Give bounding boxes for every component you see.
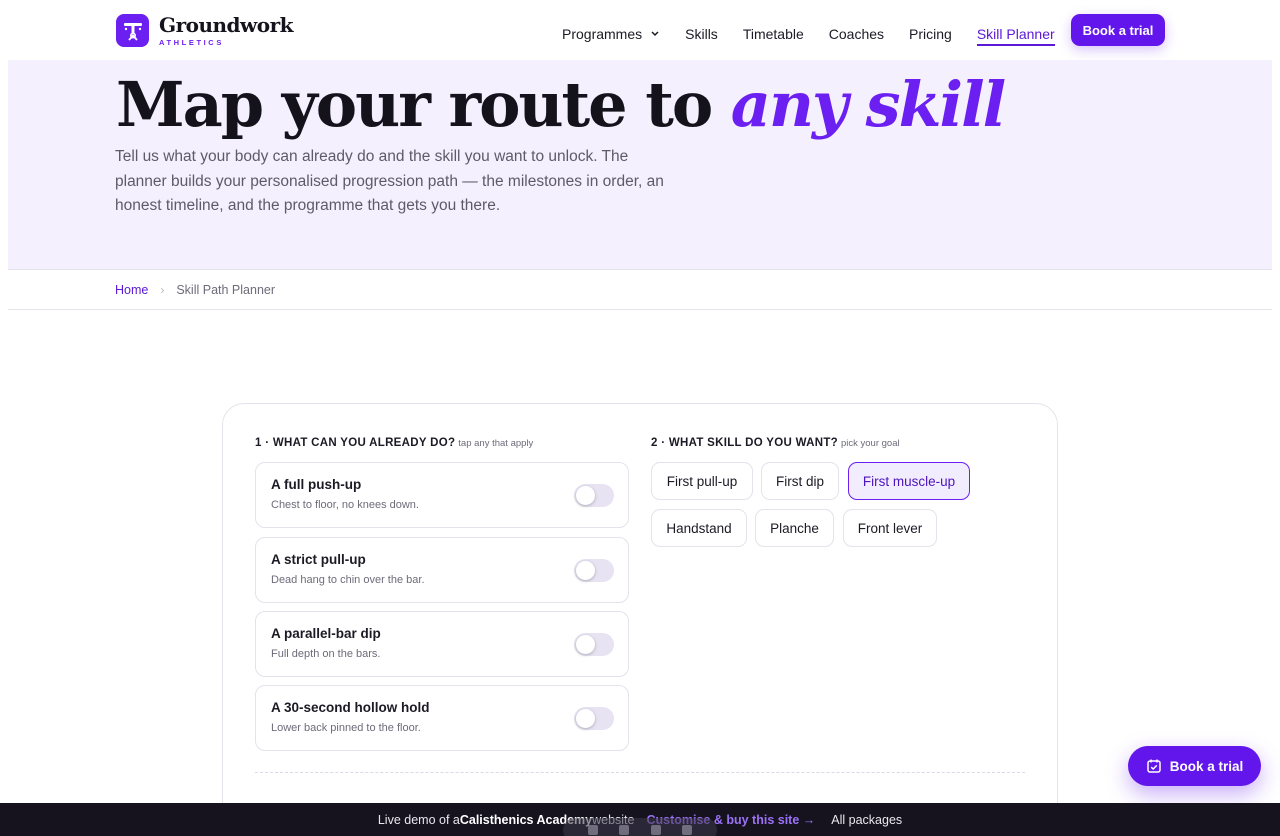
demo-toolbar — [563, 818, 717, 836]
hero-subtitle: Tell us what your body can already do an… — [115, 148, 664, 214]
nav-pricing[interactable]: Pricing — [909, 26, 952, 42]
main-nav: Programmes Skills Timetable Coaches Pric… — [562, 22, 1080, 46]
demo-prefix: Live demo of a — [377, 812, 460, 827]
chevron-down-icon — [651, 30, 659, 36]
breadcrumb-separator-icon: › — [160, 282, 165, 297]
logo-mark-icon — [116, 14, 149, 47]
nav-programmes[interactable]: Programmes — [562, 26, 660, 42]
page-title: Map your route to any skill — [116, 66, 1006, 144]
brand-subtitle: ATHLETICS — [159, 37, 224, 47]
skill-chip-first-dip[interactable]: First dip — [761, 462, 839, 500]
step2-hint: pick your goal — [840, 438, 900, 449]
breadcrumb-home-link[interactable]: Home — [115, 283, 148, 297]
toolbar-icon[interactable] — [650, 825, 661, 835]
nav-skill-planner[interactable]: Skill Planner — [976, 26, 1055, 46]
site-header: Groundwork ATHLETICS Programmes Skills T… — [0, 0, 1280, 60]
breadcrumb-current: Skill Path Planner — [176, 282, 276, 297]
section-divider — [255, 772, 1025, 773]
brand-logo[interactable]: Groundwork ATHLETICS — [116, 14, 293, 47]
book-trial-button[interactable]: Book a trial — [1071, 14, 1165, 46]
nav-timetable[interactable]: Timetable — [743, 26, 804, 42]
ability-row-push-up[interactable]: A full push-up Chest to floor, no knees … — [255, 462, 629, 528]
brand-name: Groundwork — [159, 12, 293, 37]
ability-desc: Lower back pinned to the floor. — [271, 722, 421, 734]
breadcrumb: Home › Skill Path Planner — [8, 269, 1272, 310]
ability-toggle[interactable] — [574, 559, 614, 582]
ability-toggle[interactable] — [574, 484, 614, 507]
page-title-accent: any skill — [730, 68, 1006, 141]
step2-label-text: 2 · WHAT SKILL DO YOU WANT? — [651, 437, 838, 449]
skill-chip-planche[interactable]: Planche — [755, 509, 834, 547]
ability-toggle[interactable] — [574, 707, 614, 730]
ability-desc: Dead hang to chin over the bar. — [271, 574, 425, 586]
skill-chip-first-muscle-up[interactable]: First muscle-up — [848, 462, 970, 500]
skill-chip-front-lever[interactable]: Front lever — [843, 509, 937, 547]
ability-desc: Full depth on the bars. — [271, 648, 381, 660]
toolbar-icon[interactable] — [587, 825, 598, 835]
skill-chip-first-pull-up[interactable]: First pull-up — [651, 462, 753, 500]
step1-hint: tap any that apply — [458, 438, 534, 449]
ability-row-pull-up[interactable]: A strict pull-up Dead hang to chin over … — [255, 537, 629, 603]
toolbar-icon[interactable] — [682, 825, 693, 835]
floating-cta-label: Book a trial — [1169, 758, 1244, 774]
ability-title: A parallel-bar dip — [271, 626, 381, 641]
planner-card: 1 · WHAT CAN YOU ALREADY DO? tap any that… — [222, 403, 1058, 836]
step1-label: 1 · WHAT CAN YOU ALREADY DO? tap any that… — [255, 437, 533, 449]
ability-title: A full push-up — [271, 477, 362, 492]
ability-row-dip[interactable]: A parallel-bar dip Full depth on the bar… — [255, 611, 629, 677]
calendar-check-icon — [1146, 759, 1161, 773]
ability-title: A strict pull-up — [271, 552, 366, 567]
hero-section: Map your route to any skill Tell us what… — [8, 60, 1272, 269]
nav-programmes-label: Programmes — [562, 26, 643, 42]
ability-title: A 30-second hollow hold — [271, 700, 430, 715]
all-packages-link[interactable]: All packages — [831, 813, 902, 827]
toolbar-icon[interactable] — [619, 825, 630, 835]
step2-label: 2 · WHAT SKILL DO YOU WANT? pick your goa… — [651, 437, 900, 449]
ability-toggle[interactable] — [574, 633, 614, 656]
nav-skills[interactable]: Skills — [685, 26, 718, 42]
page-title-main: Map your route to — [116, 68, 731, 141]
nav-coaches[interactable]: Coaches — [829, 26, 884, 42]
floating-book-trial-button[interactable]: Book a trial — [1128, 746, 1261, 786]
ability-row-hollow-hold[interactable]: A 30-second hollow hold Lower back pinne… — [255, 685, 629, 751]
step1-label-text: 1 · WHAT CAN YOU ALREADY DO? — [255, 437, 456, 449]
skill-chip-handstand[interactable]: Handstand — [651, 509, 747, 547]
ability-desc: Chest to floor, no knees down. — [271, 499, 419, 511]
